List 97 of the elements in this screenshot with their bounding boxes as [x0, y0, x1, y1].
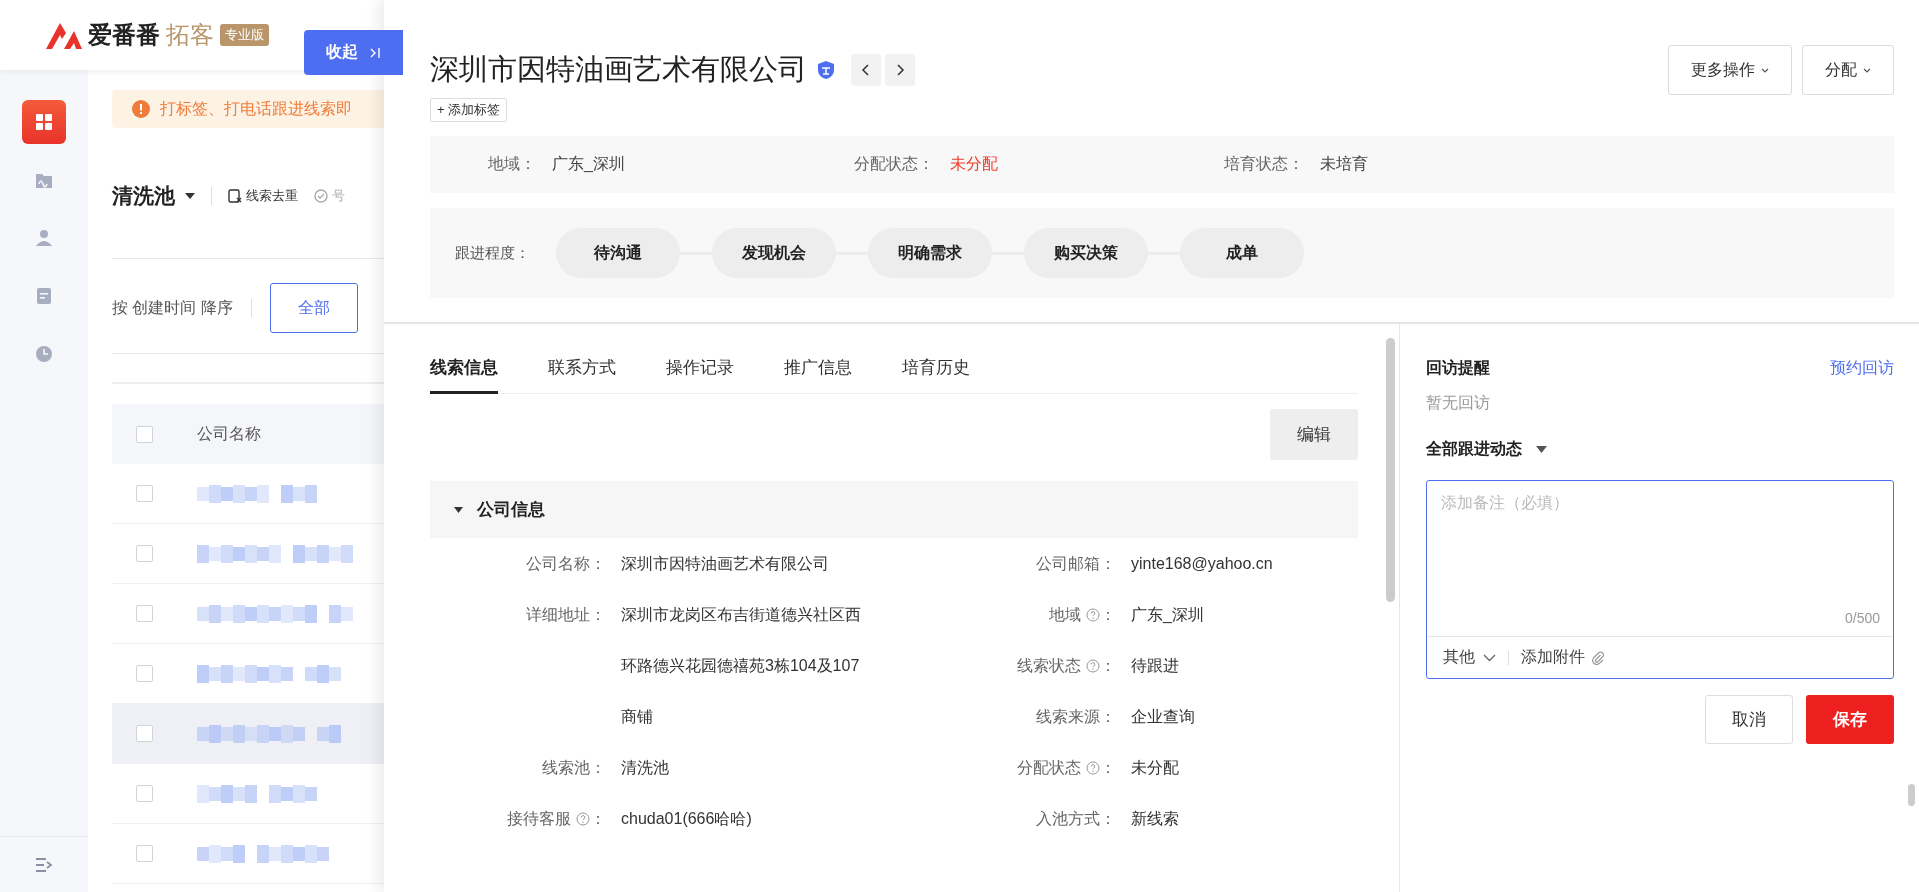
brand-name: 爱番番	[88, 20, 160, 50]
field-label: 线索来源：	[1036, 707, 1116, 727]
caret-icon	[1536, 446, 1547, 453]
add-tag-button[interactable]: + 添加标签	[430, 98, 508, 122]
field-value: 未分配	[950, 154, 998, 174]
chevron-down-icon	[1483, 653, 1496, 662]
progress-label: 跟进程度：	[455, 243, 530, 263]
clock-icon	[33, 343, 55, 365]
note-field[interactable]: 添加备注（必填） 0/500 其他 添加附件	[1426, 480, 1894, 679]
field-label: 入池方式：	[1036, 809, 1116, 829]
check-circle-icon	[314, 189, 328, 203]
next-button[interactable]	[885, 54, 915, 86]
scrollbar[interactable]	[1386, 338, 1395, 602]
tab[interactable]: 操作记录	[666, 348, 734, 394]
sort-order-text: 按 创建时间 降序	[112, 297, 233, 318]
field-value: 待跟进	[1131, 656, 1179, 676]
checkbox[interactable]	[136, 665, 153, 682]
field-label: 线索池：	[542, 758, 606, 778]
field-label: 详细地址：	[526, 605, 606, 625]
feed-filter[interactable]: 全部跟进动态	[1426, 439, 1522, 460]
chevron-left-icon	[861, 64, 871, 76]
tab[interactable]: 推广信息	[784, 348, 852, 394]
warning-icon	[132, 100, 150, 118]
edit-button[interactable]: 编辑	[1270, 409, 1358, 460]
colon: ：	[1100, 656, 1116, 676]
field-label: 公司邮箱：	[1036, 554, 1116, 574]
column-header: 公司名称	[197, 423, 261, 444]
field-label: 地域	[1049, 605, 1081, 625]
checkbox[interactable]	[136, 485, 153, 502]
chevron-down-icon	[1761, 67, 1769, 73]
company-title: 深圳市因特油画艺术有限公司	[430, 52, 807, 87]
empty-text: 暂无回访	[1426, 393, 1491, 413]
colon: ：	[1100, 758, 1116, 778]
stage-pill: 发现机会	[712, 228, 836, 278]
cancel-button[interactable]: 取消	[1705, 695, 1793, 744]
tab[interactable]: 联系方式	[548, 348, 616, 394]
type-select[interactable]: 其他	[1443, 647, 1496, 668]
section-title: 回访提醒	[1426, 358, 1490, 378]
collapse-button[interactable]: 收起	[304, 30, 403, 75]
tab[interactable]: 培育历史	[902, 348, 970, 394]
character-counter: 0/500	[1844, 610, 1880, 626]
stage-pill: 明确需求	[868, 228, 992, 278]
field-value: 未分配	[1131, 758, 1179, 778]
grid-icon	[33, 111, 55, 133]
scrollbar[interactable]	[1908, 784, 1915, 806]
dropdown-button[interactable]: 分配	[1802, 45, 1894, 95]
edition-badge: 专业版	[220, 24, 269, 46]
attach-button[interactable]: 添加附件	[1521, 647, 1605, 668]
field-label: 接待客服	[507, 809, 571, 829]
pool-title[interactable]: 清洗池	[112, 182, 175, 210]
tab[interactable]: 线索信息	[430, 348, 498, 394]
field-value: 广东_深圳	[1131, 605, 1204, 625]
colon: ：	[590, 809, 606, 829]
chevron-down-icon	[1863, 67, 1871, 73]
table-row[interactable]	[112, 704, 384, 764]
dedupe-icon	[228, 189, 242, 203]
nav-item[interactable]	[22, 100, 66, 144]
field-value: 广东_深圳	[552, 154, 625, 174]
chevron-right-icon	[895, 64, 905, 76]
colon: ：	[1100, 605, 1116, 625]
save-button[interactable]: 保存	[1806, 695, 1894, 744]
field-label: 培育状态：	[1223, 154, 1305, 174]
notice-text: 打标签、打电话跟进线索即	[160, 98, 352, 119]
field-label: 线索状态	[1017, 656, 1081, 676]
field-label: 公司名称：	[526, 554, 606, 574]
field-value: 未培育	[1320, 154, 1368, 174]
field-label: 分配状态	[1017, 758, 1081, 778]
checkbox[interactable]	[136, 605, 153, 622]
field-value: 深圳市因特油画艺术有限公司	[621, 554, 830, 574]
product-name: 拓客	[166, 20, 214, 50]
field-label: 分配状态：	[853, 154, 935, 174]
stage-pill: 购买决策	[1024, 228, 1148, 278]
stage-pill: 成单	[1180, 228, 1304, 278]
stage-pill: 待沟通	[556, 228, 680, 278]
checkbox[interactable]	[136, 425, 153, 443]
caret-icon	[185, 193, 195, 199]
paperclip-icon	[1591, 650, 1605, 665]
field-value: 新线索	[1131, 809, 1179, 829]
expand-menu-icon[interactable]	[34, 855, 54, 874]
pool-action[interactable]: 线索去重	[228, 187, 304, 205]
dropdown-button[interactable]: 更多操作	[1668, 45, 1792, 95]
field-value: chuda01(666哈哈)	[621, 809, 753, 829]
field-value: 企业查询	[1131, 707, 1195, 727]
field-value: 深圳市龙岗区布吉街道德兴社区西环路德兴花园德禧苑3栋104及107商铺	[621, 605, 862, 727]
field-label: 地域：	[487, 154, 537, 174]
checkbox[interactable]	[136, 545, 153, 562]
checkbox[interactable]	[136, 785, 153, 802]
section-header[interactable]: 公司信息	[430, 481, 1358, 538]
checkbox[interactable]	[136, 725, 153, 742]
person-icon	[33, 227, 55, 249]
field-value: 清洗池	[621, 758, 670, 778]
section-title: 公司信息	[477, 499, 545, 521]
previous-button[interactable]	[851, 54, 881, 86]
checkbox[interactable]	[136, 845, 153, 862]
schedule-link[interactable]: 预约回访	[1830, 358, 1894, 379]
field-value: yinte168@yahoo.cn	[1131, 554, 1273, 574]
filter-tab[interactable]: 全部	[269, 283, 358, 333]
